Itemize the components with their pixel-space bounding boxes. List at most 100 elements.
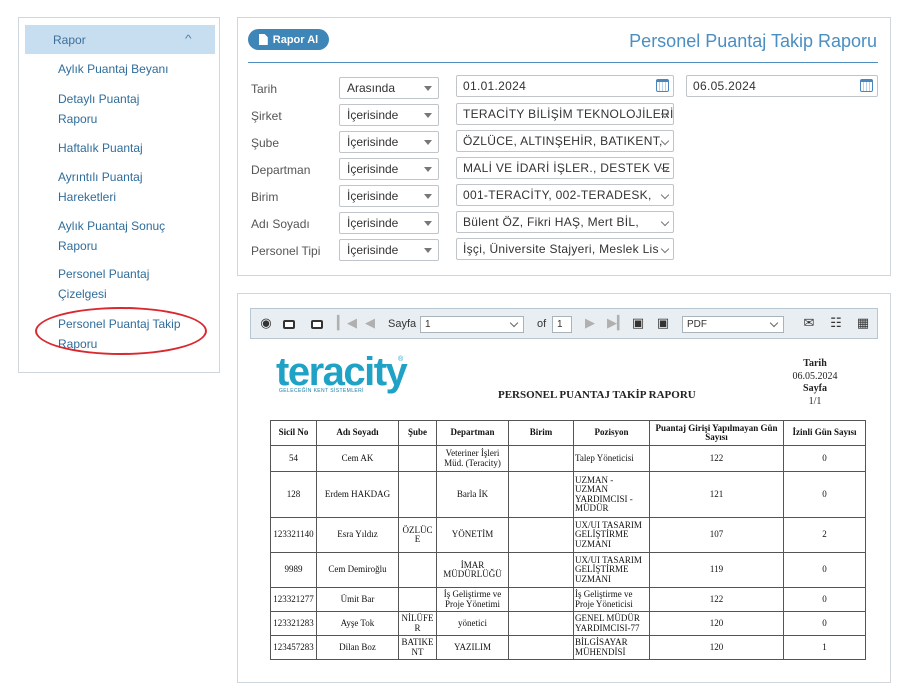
email-icon[interactable]: ✉ <box>802 316 816 330</box>
table-cell: Erdem HAKDAG <box>316 471 399 518</box>
sidebar-section-label: Rapor <box>53 32 86 47</box>
table-cell: 0 <box>783 471 866 518</box>
table-row: 128 Erdem HAKDAG Barla İK UZMAN - UZMAN … <box>270 471 866 518</box>
export-format-select[interactable]: PDF <box>682 316 784 333</box>
multiselect-sirket[interactable]: TERACİTY BİLİŞİM TEKNOLOJİLERİ <box>456 103 674 125</box>
logo-tagline: GELECEĞİN KENT SİSTEMLERİ <box>279 388 364 394</box>
previous-page-icon[interactable]: ◀ <box>363 316 377 330</box>
operator-select-departman[interactable]: İçerisinde <box>339 158 439 180</box>
calendar-icon[interactable] <box>656 79 669 92</box>
grid-icon[interactable]: ▦ <box>856 316 870 330</box>
table-header-row: Sicil No Adı Soyadı Şube Departman Birim… <box>270 420 866 446</box>
multiselect-sube[interactable]: ÖZLÜCE, ALTINŞEHİR, BATIKENT, <box>456 130 674 152</box>
filter-panel: Rapor Al Personel Puantaj Takip Raporu T… <box>237 17 891 276</box>
sidebar-item-personel-puantaj-takip-raporu[interactable]: Personel Puantaj Takip Raporu <box>58 315 198 354</box>
report-date-label: Tarih <box>803 358 827 369</box>
multiselect-birim[interactable]: 001-TERACİTY, 002-TERADESK, <box>456 184 674 206</box>
save-icon[interactable]: ▣ <box>631 316 645 330</box>
column-header: Pozisyon <box>573 420 650 446</box>
date-end-field[interactable]: 06.05.2024 <box>686 75 878 97</box>
operator-select-sube[interactable]: İçerisinde <box>339 131 439 153</box>
label-adi-soyadi: Adı Soyadı <box>251 217 310 231</box>
chevron-up-icon: ^ <box>185 34 192 45</box>
label-departman: Departman <box>251 163 311 177</box>
table-cell: 122 <box>649 445 784 472</box>
table-cell: İş Geliştirme ve Proje Yönetimi <box>436 587 509 612</box>
rapor-al-button[interactable]: Rapor Al <box>248 29 329 50</box>
report-page: teracity ® GELECEĞİN KENT SİSTEMLERİ PER… <box>250 344 878 664</box>
calendar-icon[interactable] <box>860 79 873 92</box>
table-cell <box>398 587 437 612</box>
last-page-icon[interactable]: ▶▎ <box>607 316 627 330</box>
table-cell: UX/UI TASARIM GELİŞTİRME UZMANI <box>573 552 650 588</box>
sidebar-item-ayrintili-puantaj-hareketleri[interactable]: Ayrıntılı Puantaj Hareketleri <box>58 168 163 207</box>
sidebar-item-personel-puantaj-cizelgesi[interactable]: Personel Puantaj Çizelgesi <box>58 265 168 304</box>
page-title: Personel Puantaj Takip Raporu <box>629 31 877 51</box>
save-settings-icon[interactable]: ▣ <box>656 316 670 330</box>
sidebar-section-rapor[interactable]: Rapor ^ <box>25 25 215 54</box>
table-cell: 123457283 <box>270 635 317 660</box>
report-title: PERSONEL PUANTAJ TAKİP RAPORU <box>498 389 696 401</box>
report-meta: Tarih 06.05.2024 Sayfa 1/1 <box>780 358 850 408</box>
table-cell: 2 <box>783 517 866 553</box>
next-page-icon[interactable]: ▶ <box>583 316 597 330</box>
multiselect-personel-tipi[interactable]: İşçi, Üniversite Stajyeri, Meslek Lis <box>456 238 674 260</box>
first-page-icon[interactable]: ▎◀ <box>337 316 357 330</box>
table-cell <box>398 471 437 518</box>
table-cell: Dilan Boz <box>316 635 399 660</box>
binoculars-icon[interactable]: ◉ <box>259 316 273 330</box>
sidebar: Rapor ^ Aylık Puantaj Beyanı Detaylı Pua… <box>18 17 220 373</box>
table-cell: 123321277 <box>270 587 317 612</box>
operator-select-birim[interactable]: İçerisinde <box>339 185 439 207</box>
sidebar-item-haftalik-puantaj[interactable]: Haftalık Puantaj <box>58 139 218 159</box>
date-start-field[interactable]: 01.01.2024 <box>456 75 674 97</box>
table-cell: 0 <box>783 611 866 636</box>
sidebar-item-detayli-puantaj-raporu[interactable]: Detaylı Puantaj Raporu <box>58 90 163 129</box>
report-table: Sicil No Adı Soyadı Şube Departman Birim… <box>270 420 866 660</box>
table-cell: Barla İK <box>436 471 509 518</box>
table-cell <box>398 445 437 472</box>
multiselect-departman[interactable]: MALİ VE İDARİ İŞLER., DESTEK VE <box>456 157 674 179</box>
date-end-value: 06.05.2024 <box>693 79 757 93</box>
column-header: Puantaj Girişi Yapılmayan Gün Sayısı <box>649 420 784 446</box>
report-page-value: 1/1 <box>808 395 822 407</box>
report-page-label: Sayfa <box>803 383 827 394</box>
table-cell: Ayşe Tok <box>316 611 399 636</box>
table-row: 9989 Cem Demiroğlu İMAR MÜDÜRLÜĞÜ UX/UI … <box>270 552 866 588</box>
table-cell: Cem AK <box>316 445 399 472</box>
date-start-value: 01.01.2024 <box>463 79 527 93</box>
logo-registered-mark: ® <box>398 356 404 363</box>
table-cell: 119 <box>649 552 784 588</box>
multiselect-adi-soyadi[interactable]: Bülent ÖZ, Fikri HAŞ, Mert BİL, <box>456 211 674 233</box>
table-cell: YÖNETİM <box>436 517 509 553</box>
title-divider <box>248 62 878 63</box>
table-row: 123321140 Esra Yıldız ÖZLÜCE YÖNETİM UX/… <box>270 517 866 553</box>
label-sirket: Şirket <box>251 109 282 123</box>
table-cell: YAZILIM <box>436 635 509 660</box>
operator-select-adi-soyadi[interactable]: İçerisinde <box>339 212 439 234</box>
page-select[interactable]: 1 <box>420 316 524 333</box>
sidebar-item-aylik-puantaj-beyani[interactable]: Aylık Puantaj Beyanı <box>58 60 218 80</box>
table-cell: 123321283 <box>270 611 317 636</box>
table-cell <box>508 471 574 518</box>
operator-select-sirket[interactable]: İçerisinde <box>339 104 439 126</box>
table-cell: 120 <box>649 611 784 636</box>
print-layout-icon[interactable] <box>310 316 324 330</box>
table-cell <box>508 517 574 553</box>
operator-select-tarih[interactable]: Arasında <box>339 77 439 99</box>
operator-select-personel-tipi[interactable]: İçerisinde <box>339 239 439 261</box>
table-cell: 0 <box>783 552 866 588</box>
table-cell: 54 <box>270 445 317 472</box>
page-label: Sayfa <box>388 318 417 330</box>
page-count: 1 <box>552 316 572 333</box>
table-cell: NİLÜFER <box>398 611 437 636</box>
sidebar-item-aylik-puantaj-sonuc-raporu[interactable]: Aylık Puantaj Sonuç Raporu <box>58 217 188 256</box>
document-icon <box>258 34 268 45</box>
table-cell: 121 <box>649 471 784 518</box>
print-icon[interactable] <box>282 316 296 330</box>
column-header: Departman <box>436 420 509 446</box>
excel-icon[interactable]: ☷ <box>829 316 843 330</box>
table-cell: 122 <box>649 587 784 612</box>
table-cell: 107 <box>649 517 784 553</box>
table-cell: İMAR MÜDÜRLÜĞÜ <box>436 552 509 588</box>
